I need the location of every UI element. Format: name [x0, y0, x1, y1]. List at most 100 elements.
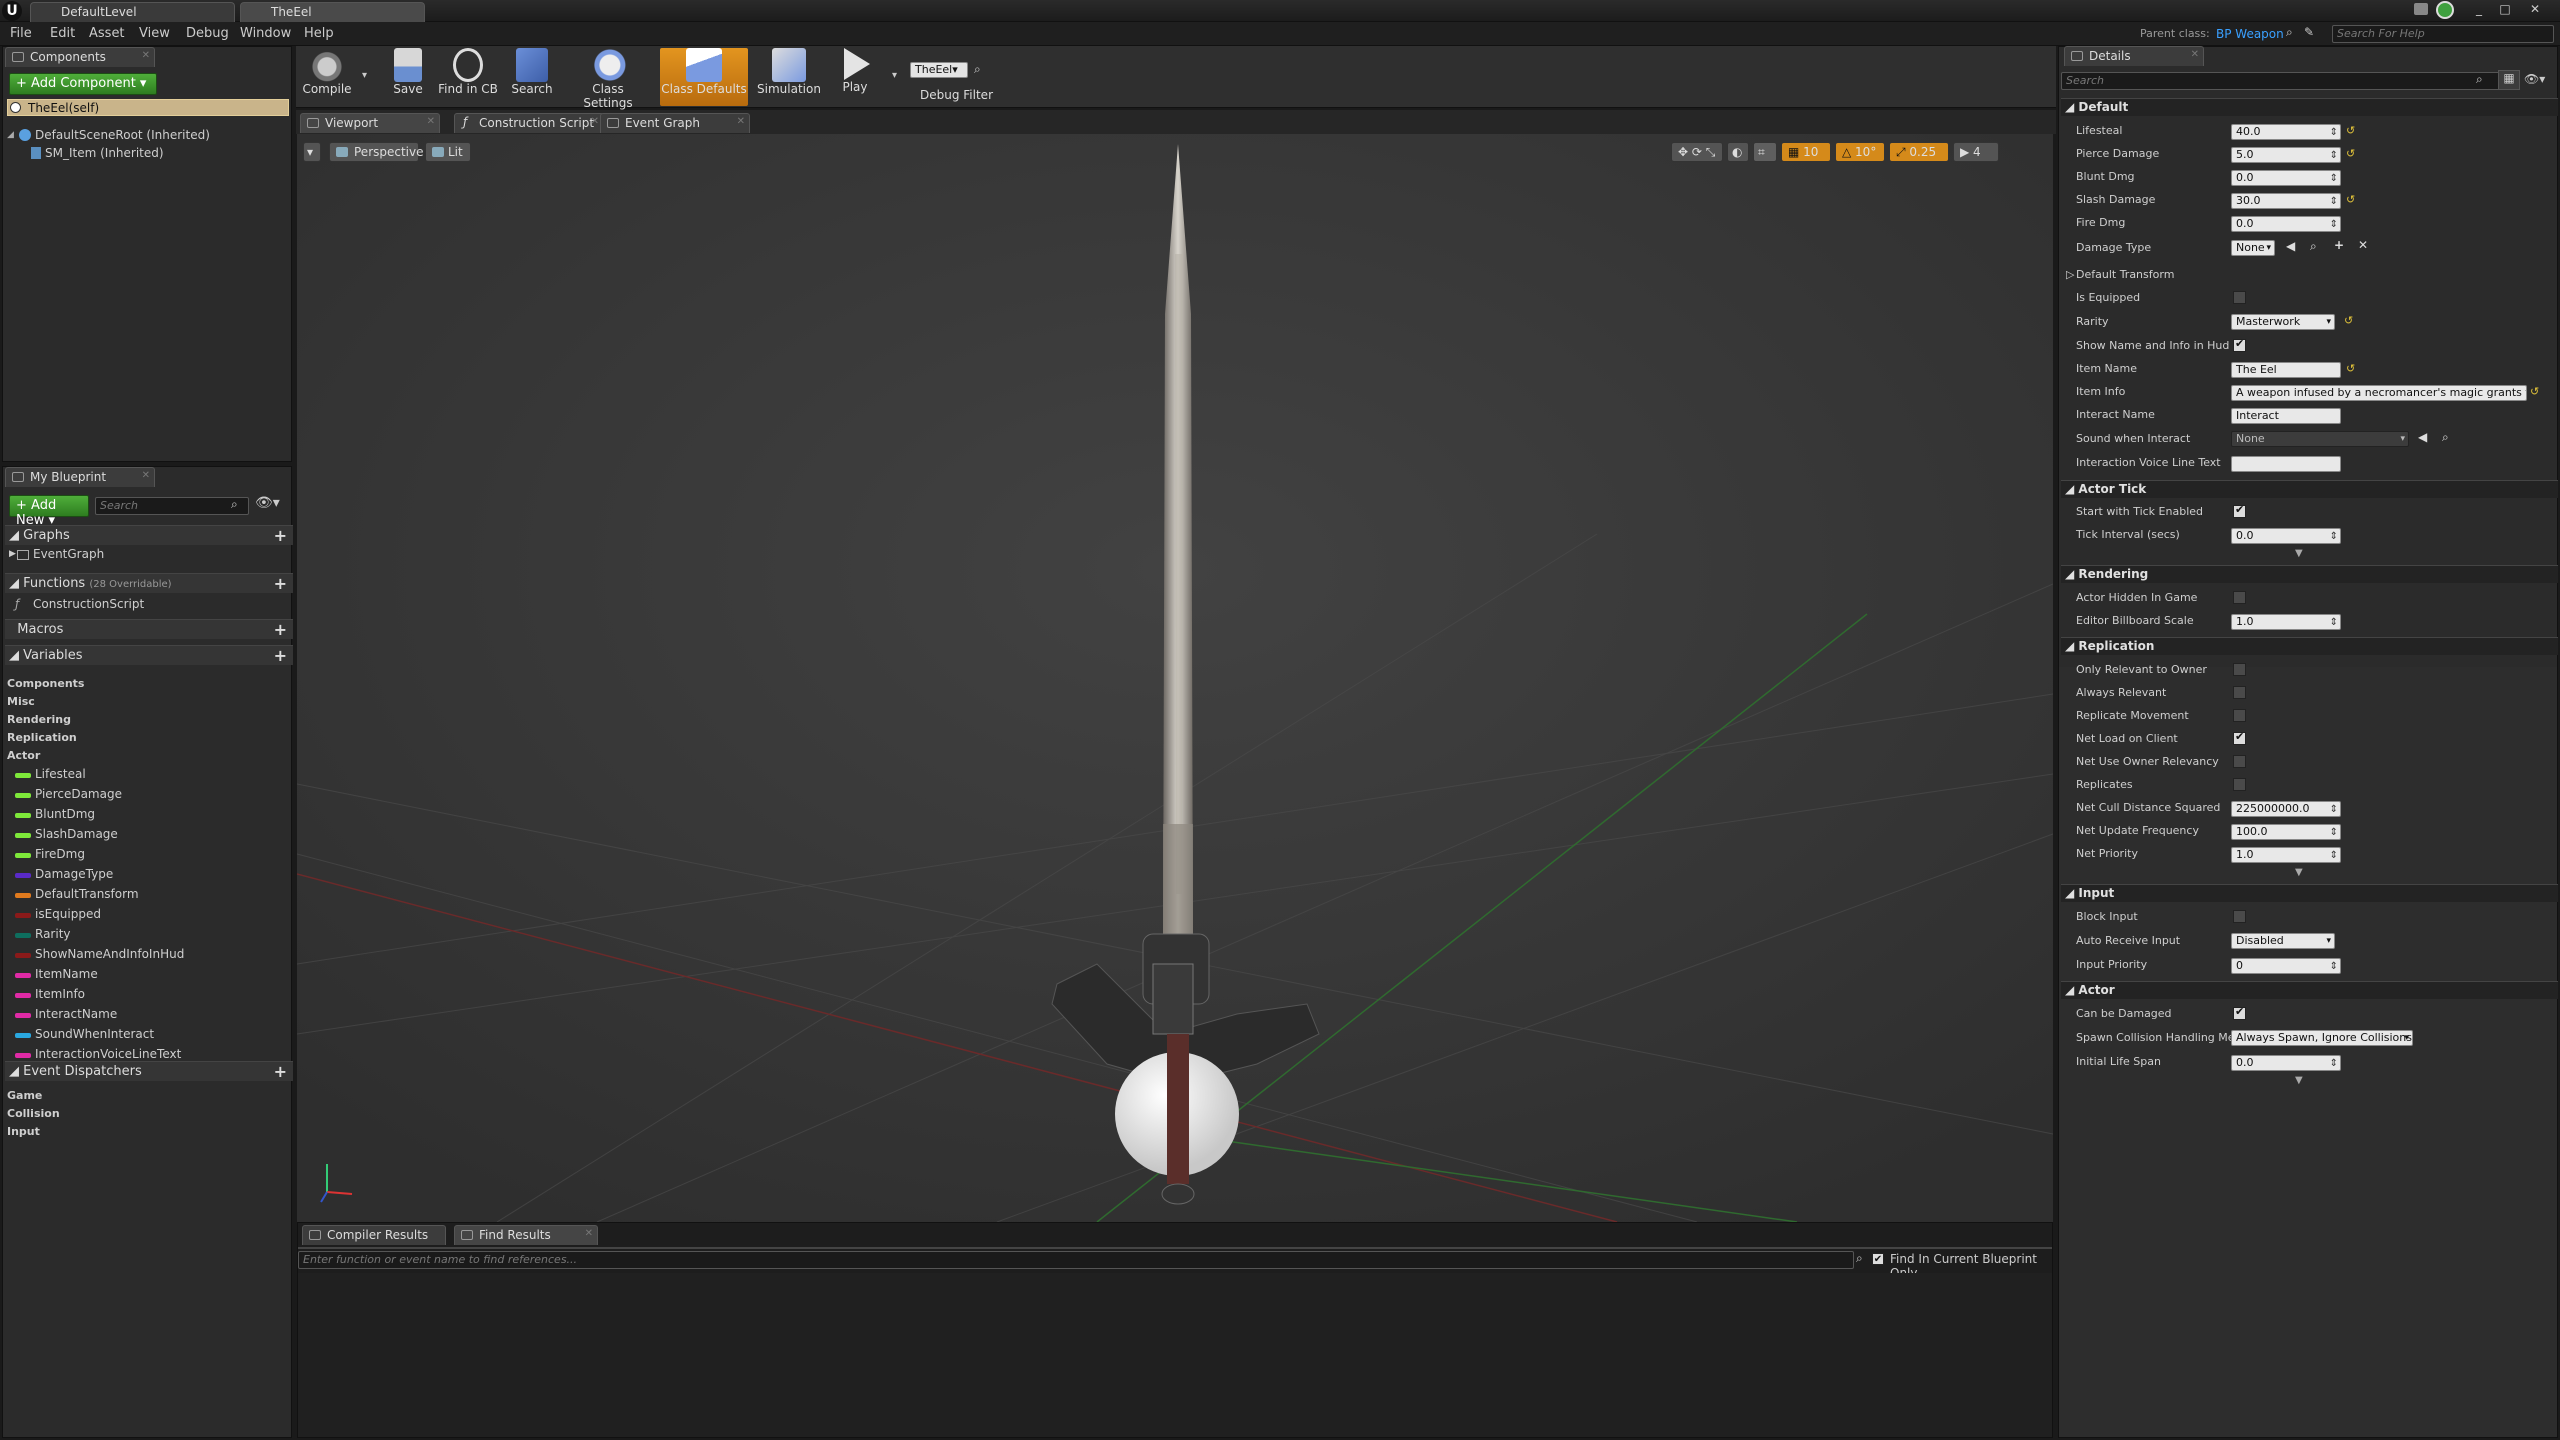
self-component-row[interactable]: TheEel(self)	[7, 99, 289, 116]
find-in-cb-button[interactable]: Find in CB	[438, 48, 498, 106]
variable-item[interactable]: SoundWhenInteract	[35, 1027, 154, 1041]
search-icon[interactable]: ⌕	[974, 62, 981, 77]
scale-snap-button[interactable]: ⤢ 0.25	[1889, 142, 1949, 162]
initial-life-span-input[interactable]: 0.0 ⇕	[2231, 1055, 2341, 1071]
prop-label-default-transform[interactable]: Default Transform	[2076, 268, 2174, 281]
block-input-checkbox[interactable]	[2233, 910, 2246, 923]
close-window-button[interactable]: ✕	[2526, 1, 2544, 17]
variable-item[interactable]: ItemInfo	[35, 987, 85, 1001]
replicates-checkbox[interactable]	[2233, 778, 2246, 791]
section-input[interactable]: ◢ Input	[2061, 884, 2558, 902]
hidden-in-game-checkbox[interactable]	[2233, 591, 2246, 604]
play-options-dropdown[interactable]: ▾	[892, 70, 897, 81]
interact-name-input[interactable]: Interact	[2231, 408, 2341, 424]
variable-item[interactable]: isEquipped	[35, 907, 101, 921]
add-component-button[interactable]: + Add Component ▾	[9, 73, 157, 95]
section-rendering[interactable]: ◢ Rendering	[2061, 565, 2558, 583]
search-button[interactable]: Search	[502, 48, 562, 106]
coordinate-space-button[interactable]: ◐	[1727, 142, 1749, 162]
close-icon[interactable]: ✕	[585, 1228, 593, 1239]
details-search-input[interactable]: Search	[2061, 72, 2507, 90]
camera-speed-button[interactable]: ▶ 4	[1953, 142, 1999, 162]
maximize-button[interactable]: □	[2496, 1, 2514, 17]
rotation-snap-button[interactable]: △ 10°	[1835, 142, 1885, 162]
tab-defaultlevel[interactable]: DefaultLevel	[30, 2, 235, 22]
find-current-checkbox[interactable]: ✔	[1872, 1253, 1884, 1265]
expand-arrow-icon[interactable]: ▶	[9, 549, 16, 559]
net-update-frequency-input[interactable]: 100.0 ⇕	[2231, 824, 2341, 840]
variable-item[interactable]: Rarity	[35, 927, 71, 941]
play-button[interactable]: Play	[830, 48, 880, 106]
visibility-eye-icon[interactable]: 👁▾	[255, 495, 280, 511]
perspective-button[interactable]: Perspective	[329, 142, 424, 162]
menu-debug[interactable]: Debug	[186, 26, 229, 41]
lit-view-button[interactable]: Lit	[425, 142, 471, 162]
grid-snap-button[interactable]: ▦ 10	[1781, 142, 1831, 162]
variable-category[interactable]: Misc	[7, 695, 35, 708]
menu-view[interactable]: View	[139, 26, 170, 41]
tick-interval-input[interactable]: 0.0 ⇕	[2231, 528, 2341, 544]
dispatcher-category[interactable]: Collision	[7, 1107, 60, 1120]
tab-components[interactable]: Components ✕	[5, 47, 155, 67]
damage-type-select[interactable]: None ▾	[2231, 240, 2275, 256]
function-item-constructionscript[interactable]: ConstructionScript	[33, 597, 144, 611]
net-use-owner-checkbox[interactable]	[2233, 755, 2246, 768]
variable-category[interactable]: Replication	[7, 731, 77, 744]
always-relevant-checkbox[interactable]	[2233, 686, 2246, 699]
lifesteal-input[interactable]: 40.0 ⇕	[2231, 124, 2341, 140]
close-icon[interactable]: ✕	[2191, 49, 2199, 60]
graph-item-eventgraph[interactable]: EventGraph	[33, 547, 104, 561]
blueprint-search-input[interactable]: Search	[95, 497, 249, 515]
simulation-button[interactable]: Simulation	[752, 48, 826, 106]
billboard-scale-input[interactable]: 1.0 ⇕	[2231, 614, 2341, 630]
find-references-input[interactable]: Enter function or event name to find ref…	[298, 1251, 1854, 1269]
net-priority-input[interactable]: 1.0 ⇕	[2231, 847, 2341, 863]
voice-line-input[interactable]	[2231, 456, 2341, 472]
class-defaults-button[interactable]: Class Defaults	[660, 48, 748, 106]
clear-x-icon[interactable]: ✕	[2358, 238, 2368, 252]
section-replication[interactable]: ◢ Replication	[2061, 637, 2558, 655]
add-variable-icon[interactable]: +	[274, 646, 287, 665]
variable-item[interactable]: PierceDamage	[35, 787, 122, 801]
compile-options-dropdown[interactable]: ▾	[362, 70, 367, 81]
browse-search-icon[interactable]: ⌕	[2310, 239, 2317, 254]
add-function-icon[interactable]: +	[274, 574, 287, 593]
minimize-button[interactable]: _	[2470, 1, 2488, 17]
tree-item-defaultsceneroot[interactable]: DefaultSceneRoot (Inherited)	[35, 128, 210, 142]
replicate-movement-checkbox[interactable]	[2233, 709, 2246, 722]
variable-item[interactable]: ShowNameAndInfoInHud	[35, 947, 184, 961]
menu-window[interactable]: Window	[240, 26, 291, 41]
use-selected-arrow-icon[interactable]: ◀	[2286, 239, 2295, 253]
event-dispatchers-header[interactable]: ◢ Event Dispatchers +	[5, 1061, 293, 1081]
source-control-icon[interactable]	[2436, 1, 2454, 19]
variable-item[interactable]: InteractionVoiceLineText	[35, 1047, 181, 1061]
debug-object-select[interactable]: TheEel▾	[910, 62, 968, 78]
search-help-input[interactable]: Search For Help	[2332, 25, 2554, 43]
variable-category[interactable]: Actor	[7, 749, 40, 762]
pierce-damage-input[interactable]: 5.0 ⇕	[2231, 147, 2341, 163]
class-settings-button[interactable]: Class Settings	[566, 48, 650, 110]
variable-category[interactable]: Components	[7, 677, 84, 690]
edit-icon[interactable]: ✎	[2304, 25, 2314, 39]
variable-item[interactable]: DamageType	[35, 867, 113, 881]
sound-asset-select[interactable]: None ▾	[2231, 431, 2409, 447]
net-load-client-checkbox[interactable]	[2233, 730, 2246, 745]
only-relevant-owner-checkbox[interactable]	[2233, 663, 2246, 676]
variable-category[interactable]: Rendering	[7, 713, 71, 726]
is-equipped-checkbox[interactable]	[2233, 291, 2246, 304]
variable-item[interactable]: DefaultTransform	[35, 887, 139, 901]
use-selected-arrow-icon[interactable]: ◀	[2418, 430, 2427, 444]
macros-header[interactable]: Macros +	[5, 619, 293, 639]
section-actor[interactable]: ◢ Actor	[2061, 981, 2558, 999]
expand-arrow-icon[interactable]: ◢	[7, 130, 14, 140]
viewport-options-dropdown[interactable]: ▾	[303, 142, 321, 162]
transform-mode-buttons[interactable]: ✥ ⟳ ⤡	[1671, 142, 1723, 162]
tab-event-graph[interactable]: Event Graph ✕	[600, 113, 750, 133]
search-icon[interactable]: ⌕	[231, 497, 238, 512]
slash-damage-input[interactable]: 30.0 ⇕	[2231, 193, 2341, 209]
variable-item[interactable]: FireDmg	[35, 847, 85, 861]
spawn-collision-select[interactable]: Always Spawn, Ignore Collisions ▾	[2231, 1030, 2413, 1046]
save-button[interactable]: Save	[378, 48, 438, 106]
advanced-expand-icon[interactable]: ▼	[2295, 1075, 2303, 1086]
search-icon[interactable]: ⌕	[2286, 25, 2293, 40]
